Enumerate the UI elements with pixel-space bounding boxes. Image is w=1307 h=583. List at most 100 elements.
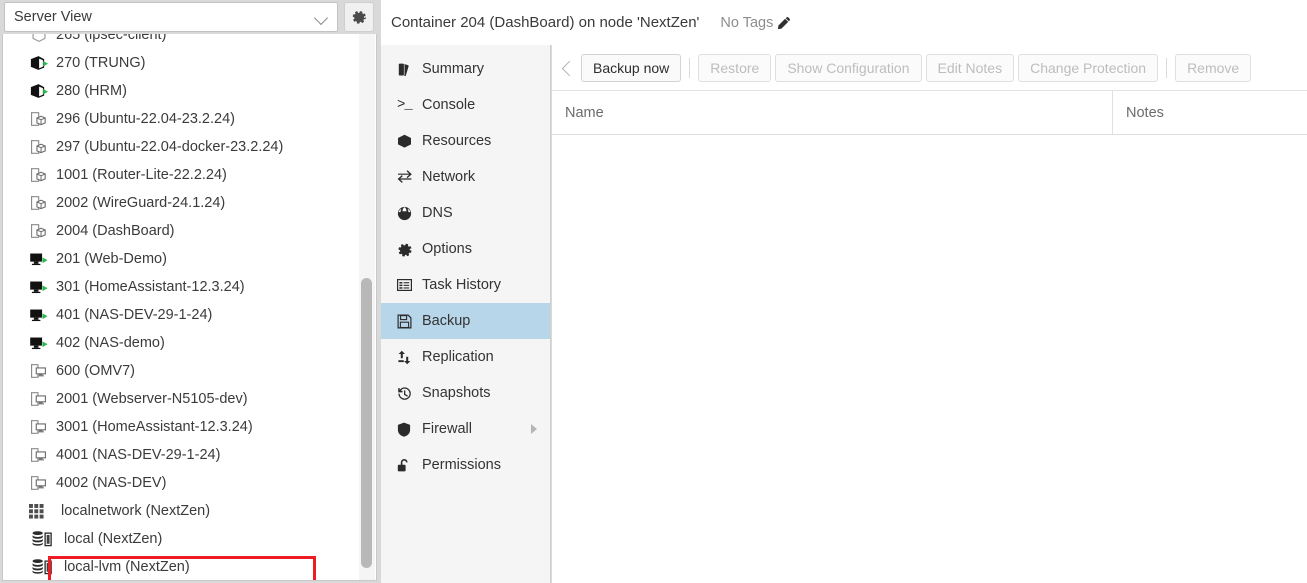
- tree-item-label: 270 (TRUNG): [56, 54, 146, 71]
- tree-item-297[interactable]: 297 (Ubuntu-22.04-docker-23.2.24): [3, 133, 361, 161]
- nav-item-backup[interactable]: Backup: [381, 303, 550, 339]
- tree-item-localnetwork[interactable]: localnetwork (NextZen): [3, 497, 361, 525]
- nav-item-replication[interactable]: Replication: [381, 339, 550, 375]
- tree-item-label: 402 (NAS-demo): [56, 334, 165, 351]
- tree-item-label: 2004 (DashBoard): [56, 222, 175, 239]
- column-header-notes[interactable]: Notes: [1112, 91, 1307, 134]
- nav-item-label: Summary: [422, 61, 485, 77]
- proxmox-app-window: Server View 265 (ipsec-client) 270 (TRUNG…: [0, 0, 1307, 583]
- nav-item-label: Replication: [422, 349, 494, 365]
- nav-item-label: Firewall: [422, 421, 472, 437]
- shield-icon: [397, 422, 422, 437]
- tree-item-280[interactable]: 280 (HRM): [3, 77, 361, 105]
- nav-item-label: Snapshots: [422, 385, 491, 401]
- terminal-icon: >_: [397, 97, 413, 113]
- cube-icon: [397, 134, 422, 149]
- vm-running-icon: [29, 249, 51, 269]
- tree-item-1001[interactable]: 1001 (Router-Lite-22.2.24): [3, 161, 361, 189]
- vm-stopped-icon: [29, 389, 51, 409]
- submenu-arrow-icon: [531, 424, 537, 434]
- tree-item-301[interactable]: 301 (HomeAssistant-12.3.24): [3, 273, 361, 301]
- tree-item-4002[interactable]: 4002 (NAS-DEV): [3, 469, 361, 497]
- tree-item-265[interactable]: 265 (ipsec-client): [3, 34, 361, 49]
- nav-item-label: Permissions: [422, 457, 501, 473]
- tree-item-2001[interactable]: 2001 (Webserver-N5105-dev): [3, 385, 361, 413]
- page-title: Container 204 (DashBoard) on node 'NextZ…: [391, 14, 700, 31]
- backup-grid-header: Name Notes: [552, 91, 1307, 135]
- tree-item-label: local-lvm (NextZen): [64, 558, 190, 575]
- tree-item-4001[interactable]: 4001 (NAS-DEV-29-1-24): [3, 441, 361, 469]
- tags-editor[interactable]: No Tags: [720, 15, 791, 31]
- resource-tree-scrollbar[interactable]: [359, 34, 375, 580]
- resource-tree[interactable]: 265 (ipsec-client) 270 (TRUNG) 280 (HRM) 29…: [2, 34, 377, 581]
- tree-item-2002[interactable]: 2002 (WireGuard-24.1.24): [3, 189, 361, 217]
- nav-item-snapshots[interactable]: Snapshots: [381, 375, 550, 411]
- change-protection-button: Change Protection: [1018, 53, 1159, 82]
- nav-item-task-history[interactable]: Task History: [381, 267, 550, 303]
- vm-running-icon: [29, 277, 51, 297]
- floppy-disk-icon: [397, 314, 422, 329]
- tree-item-local[interactable]: local (NextZen): [3, 525, 361, 553]
- container-stopped-icon: [29, 34, 51, 45]
- tree-item-label: 280 (HRM): [56, 82, 127, 99]
- nav-item-label: Console: [422, 97, 476, 113]
- toolbar-separator: [1166, 57, 1168, 78]
- nav-item-label: Task History: [422, 277, 501, 293]
- nav-item-resources[interactable]: Resources: [381, 123, 550, 159]
- nav-item-console[interactable]: >_ Console: [381, 87, 550, 123]
- vm-stopped-icon: [29, 473, 51, 493]
- tree-item-401[interactable]: 401 (NAS-DEV-29-1-24): [3, 301, 361, 329]
- tree-item-402[interactable]: 402 (NAS-demo): [3, 329, 361, 357]
- tree-item-3001[interactable]: 3001 (HomeAssistant-12.3.24): [3, 413, 361, 441]
- toolbar-button-group: Backup now Restore Show Configuration Edit …: [579, 53, 1253, 82]
- tree-item-label: localnetwork (NextZen): [61, 502, 211, 519]
- nav-item-options[interactable]: Options: [381, 231, 550, 267]
- restore-button: Restore: [698, 53, 772, 82]
- tree-item-label: 2002 (WireGuard-24.1.24): [56, 194, 226, 211]
- storage-icon: [29, 557, 59, 577]
- tree-item-296[interactable]: 296 (Ubuntu-22.04-23.2.24): [3, 105, 361, 133]
- nav-item-permissions[interactable]: Permissions: [381, 447, 550, 483]
- history-clock-icon: [397, 386, 422, 401]
- nav-menu-list: Summary >_ Console Resources Network DNS Optio…: [381, 45, 550, 483]
- chevron-left-icon[interactable]: [557, 53, 579, 83]
- view-selector-dropdown[interactable]: Server View: [4, 2, 338, 32]
- tree-item-label: 1001 (Router-Lite-22.2.24): [56, 166, 227, 183]
- tree-item-270[interactable]: 270 (TRUNG): [3, 49, 361, 77]
- resource-tree-scrollbar-thumb[interactable]: [361, 278, 372, 568]
- exchange-arrows-icon: [397, 169, 422, 185]
- resource-tree-list: 265 (ipsec-client) 270 (TRUNG) 280 (HRM) 29…: [3, 34, 361, 580]
- network-grid-icon: [29, 501, 51, 521]
- list-icon: [397, 278, 422, 292]
- show-configuration-button: Show Configuration: [775, 53, 922, 82]
- nav-item-network[interactable]: Network: [381, 159, 550, 195]
- chevron-down-icon: [311, 2, 333, 32]
- tree-item-label: 3001 (HomeAssistant-12.3.24): [56, 418, 253, 435]
- nav-item-summary[interactable]: Summary: [381, 51, 550, 87]
- content-title-bar: Container 204 (DashBoard) on node 'NextZ…: [381, 0, 1307, 45]
- content-panel: Container 204 (DashBoard) on node 'NextZ…: [381, 0, 1307, 583]
- tree-item-600[interactable]: 600 (OMV7): [3, 357, 361, 385]
- container-template-icon: [29, 109, 51, 129]
- nav-item-label: Options: [422, 241, 472, 257]
- tree-item-label: 600 (OMV7): [56, 362, 135, 379]
- container-nav-panel: Summary >_ Console Resources Network DNS Optio…: [381, 0, 551, 583]
- column-header-name[interactable]: Name: [552, 91, 1112, 134]
- unlock-icon: [397, 458, 422, 473]
- nav-item-dns[interactable]: DNS: [381, 195, 550, 231]
- settings-gear-button[interactable]: [344, 2, 374, 32]
- container-template-icon: [29, 165, 51, 185]
- container-template-icon: [29, 221, 51, 241]
- backup-now-button[interactable]: Backup now: [581, 53, 682, 82]
- tree-item-label: 401 (NAS-DEV-29-1-24): [56, 306, 213, 323]
- tree-item-label: 201 (Web-Demo): [56, 250, 167, 267]
- tree-item-local-lvm[interactable]: local-lvm (NextZen): [3, 553, 361, 580]
- tree-item-2004[interactable]: 2004 (DashBoard): [3, 217, 361, 245]
- globe-icon: [397, 206, 422, 221]
- tree-item-201[interactable]: 201 (Web-Demo): [3, 245, 361, 273]
- edit-notes-button: Edit Notes: [925, 53, 1015, 82]
- view-selector-bar: Server View: [0, 0, 379, 34]
- book-icon: [397, 62, 422, 77]
- vm-stopped-icon: [29, 417, 51, 437]
- nav-item-firewall[interactable]: Firewall: [381, 411, 550, 447]
